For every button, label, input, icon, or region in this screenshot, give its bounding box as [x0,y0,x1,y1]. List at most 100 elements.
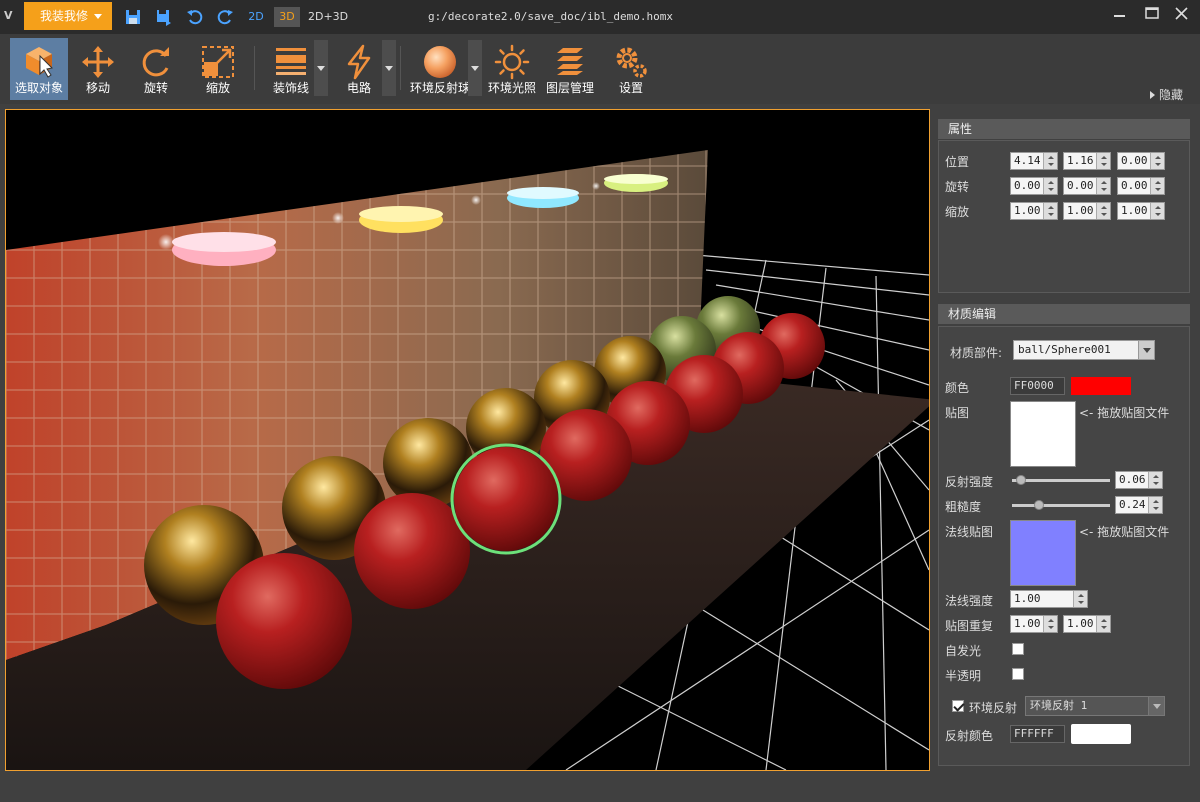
tool-label: 环境反射球 [409,81,470,95]
tool-env-reflection-sphere[interactable]: 环境反射球 [408,38,472,100]
position-y-input[interactable]: 1.16 [1063,152,1111,170]
normal-strength-input[interactable]: 1.00 [1010,590,1088,608]
file-path: g:/decorate2.0/save_doc/ibl_demo.homx [428,10,674,23]
chevron-down-icon[interactable] [1138,341,1154,359]
spinner-arrows-icon[interactable] [1043,203,1057,219]
main-menu-button[interactable]: 我装我修 [24,2,112,30]
rotation-x-input[interactable]: 0.00 [1010,177,1058,195]
hide-label: 隐藏 [1159,88,1184,102]
hide-panel-link[interactable]: 隐藏 [1150,86,1183,103]
texture-hint: <- 拖放贴图文件 [1079,406,1170,420]
tool-layers[interactable]: 图层管理 [542,38,598,100]
material-part-select[interactable]: ball/Sphere001 [1013,340,1155,360]
redo-icon[interactable] [216,8,234,26]
roughness-knob[interactable] [1034,500,1044,510]
spinner-arrows-icon[interactable] [1150,178,1164,194]
spinner-arrows-icon[interactable] [1043,616,1057,632]
spinner-arrows-icon[interactable] [1096,616,1110,632]
spinner-arrows-icon[interactable] [1148,497,1162,513]
scale-x-input[interactable]: 1.00 [1010,202,1058,220]
tool-label: 旋转 [143,81,168,95]
emissive-checkbox[interactable] [1012,643,1024,655]
reflect-strength-input[interactable]: 0.06 [1115,471,1163,489]
chevron-down-icon [317,66,325,71]
properties-header: 属性 [938,119,1190,139]
decor-line-icon [276,48,306,75]
mode-2d-button[interactable]: 2D [244,7,268,27]
scene-render[interactable] [6,110,929,770]
position-x-input[interactable]: 4.14 [1010,152,1058,170]
tool-rotate[interactable]: 旋转 [128,38,184,100]
color-swatch[interactable] [1071,377,1131,395]
normal-map-label: 法线贴图 [945,525,994,539]
close-icon[interactable] [1172,6,1192,22]
circuit-icon [347,44,371,80]
position-x-value: 4.14 [1014,154,1041,167]
env-reflection-dropdown[interactable] [468,40,482,96]
spinner-arrows-icon[interactable] [1096,178,1110,194]
texture-repeat-v-input[interactable]: 1.00 [1063,615,1111,633]
tool-env-light[interactable]: 环境光照 [484,38,540,100]
tool-settings[interactable]: 设置 [604,38,658,100]
normal-map-drop-zone[interactable] [1010,520,1076,586]
minimize-icon[interactable] [1110,6,1130,22]
scale-y-value: 1.00 [1067,204,1094,217]
mode-2d3d-button[interactable]: 2D+3D [308,7,348,27]
roughness-slider[interactable] [1012,504,1110,507]
texture-repeat-label: 贴图重复 [945,619,994,633]
texture-repeat-u-input[interactable]: 1.00 [1010,615,1058,633]
scale-z-input[interactable]: 1.00 [1117,202,1165,220]
env-reflect-select[interactable]: 环境反射 1 [1025,696,1165,716]
roughness-input[interactable]: 0.24 [1115,496,1163,514]
reflect-strength-slider[interactable] [1012,479,1110,482]
tool-move[interactable]: 移动 [70,38,126,100]
reflect-strength-value: 0.06 [1119,473,1146,486]
spinner-arrows-icon[interactable] [1043,178,1057,194]
spinner-arrows-icon[interactable] [1096,153,1110,169]
layers-icon [557,48,583,75]
save-icon[interactable] [124,8,142,26]
reflect-strength-knob[interactable] [1016,475,1026,485]
save-as-icon[interactable] [155,8,173,26]
color-hex-input[interactable]: FF0000 [1010,377,1065,395]
tool-select-object[interactable]: 选取对象 [10,38,68,100]
scale-z-value: 1.00 [1121,204,1148,217]
spinner-arrows-icon[interactable] [1150,203,1164,219]
tool-decor-line[interactable]: 装饰线 [266,38,316,100]
transparent-checkbox[interactable] [1012,668,1024,680]
tool-scale[interactable]: 缩放 [188,38,248,100]
reflect-color-hex-input[interactable]: FFFFFF [1010,725,1065,743]
spinner-arrows-icon[interactable] [1073,591,1087,607]
rotation-y-input[interactable]: 0.00 [1063,177,1111,195]
texture-drop-zone[interactable] [1010,401,1076,467]
position-z-value: 0.00 [1121,154,1148,167]
env-reflect-checkbox[interactable] [952,700,964,712]
spinner-arrows-icon[interactable] [1043,153,1057,169]
decor-line-dropdown[interactable] [314,40,328,96]
maximize-icon[interactable] [1142,6,1162,22]
roughness-label: 粗糙度 [945,500,982,514]
spinner-arrows-icon[interactable] [1150,153,1164,169]
3d-viewport[interactable] [5,109,930,771]
rotation-z-input[interactable]: 0.00 [1117,177,1165,195]
env-reflect-value: 环境反射 1 [1030,699,1088,712]
spinner-arrows-icon[interactable] [1096,203,1110,219]
move-icon [82,46,114,78]
tool-label: 选取对象 [14,81,63,95]
chevron-down-icon[interactable] [1148,697,1164,715]
normal-map-hint: <- 拖放贴图文件 [1079,525,1170,539]
reflect-strength-label: 反射强度 [945,475,994,489]
tool-circuit[interactable]: 电路 [336,38,382,100]
spinner-arrows-icon[interactable] [1148,472,1162,488]
tool-label: 设置 [618,81,643,95]
reflect-color-label: 反射颜色 [945,729,994,743]
normal-strength-value: 1.00 [1014,592,1041,605]
chevron-down-icon [471,66,479,71]
tool-label: 移动 [85,81,110,95]
reflect-color-swatch[interactable] [1071,724,1131,744]
mode-3d-button[interactable]: 3D [274,7,300,27]
position-z-input[interactable]: 0.00 [1117,152,1165,170]
undo-icon[interactable] [186,8,204,26]
circuit-dropdown[interactable] [382,40,396,96]
scale-y-input[interactable]: 1.00 [1063,202,1111,220]
